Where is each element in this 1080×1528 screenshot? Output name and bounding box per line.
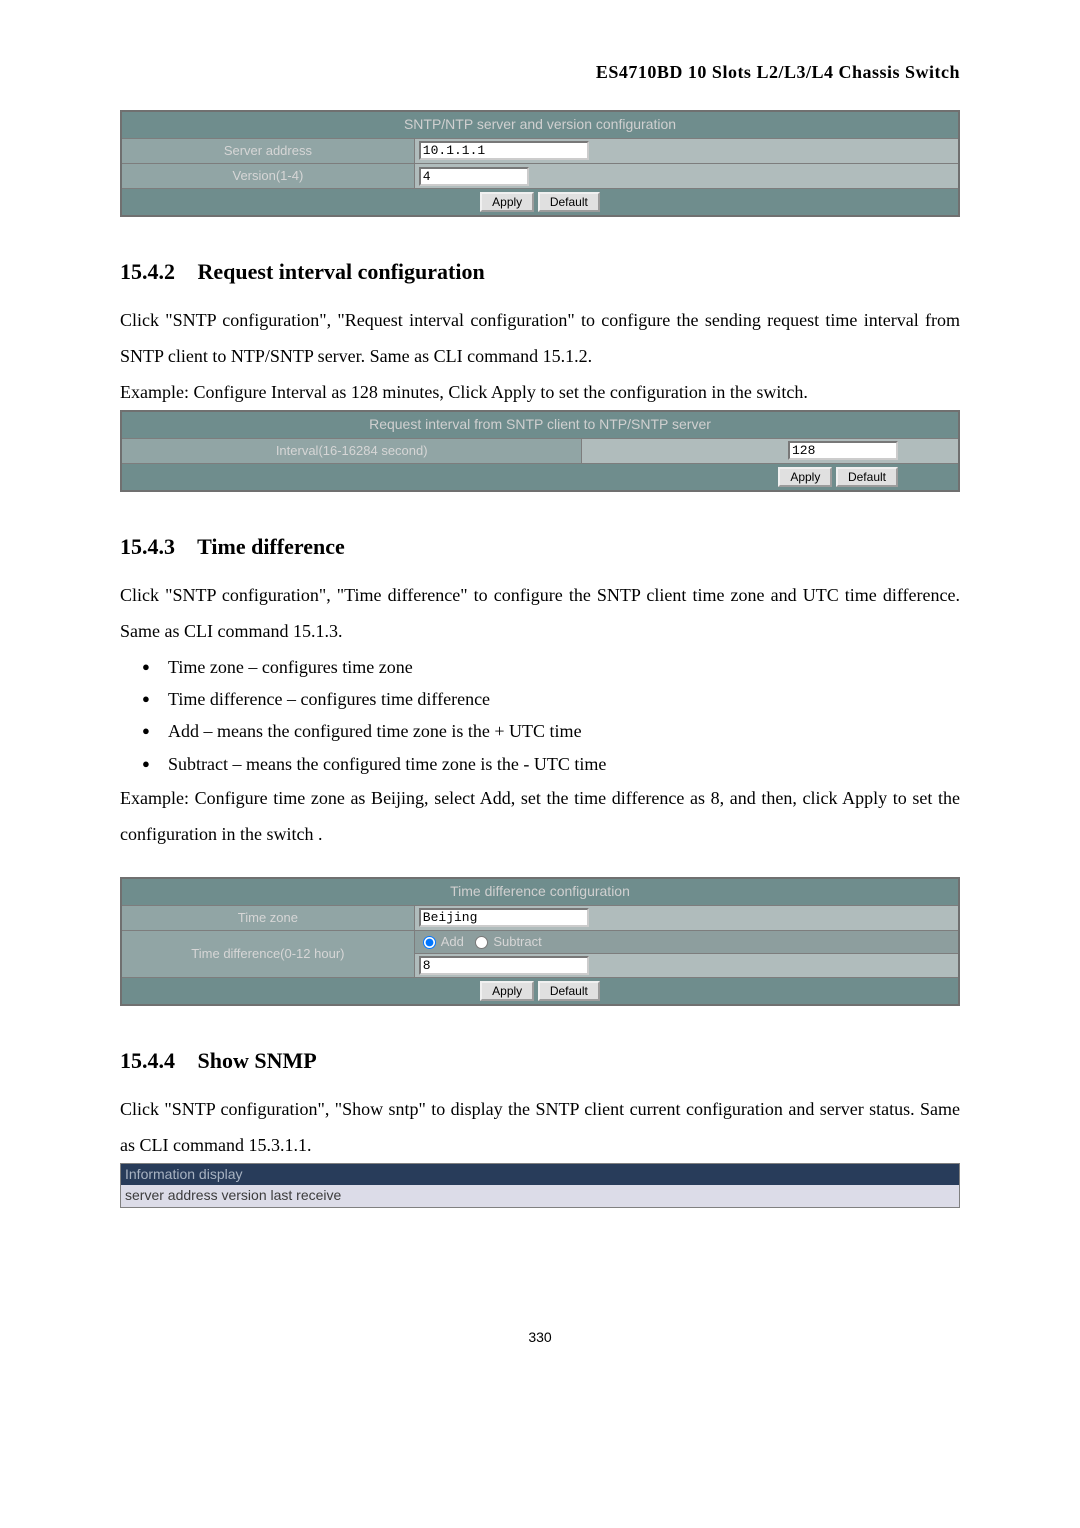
heading-1543-title: Time difference [197,534,345,559]
heading-1544-title: Show SNMP [198,1048,317,1073]
add-radio-label: Add [441,934,464,949]
interval-table-title: Request interval from SNTP client to NTP… [121,411,959,438]
timediff-value-cell [414,954,959,978]
bullets-1543: Time zone – configures time zone Time di… [142,651,960,781]
server-address-label: Server address [121,138,414,163]
sntp-table-title: SNTP/NTP server and version configuratio… [121,111,959,138]
apply-button[interactable]: Apply [480,981,534,1001]
heading-1544-num: 15.4.4 [120,1046,192,1077]
interval-input-cell [582,438,959,463]
para-1542-1: Click "SNTP configuration", "Request int… [120,302,960,374]
interval-input[interactable] [788,441,898,460]
page-number: 330 [120,1328,960,1348]
default-button[interactable]: Default [538,192,600,212]
subtract-radio-label: Subtract [493,934,541,949]
timediff-config-table: Time difference configuration Time zone … [120,877,960,1006]
para-1542-2: Example: Configure Interval as 128 minut… [120,374,960,410]
heading-1543: 15.4.3 Time difference [120,532,960,563]
para-1544-1: Click "SNTP configuration", "Show sntp" … [120,1091,960,1163]
default-button[interactable]: Default [538,981,600,1001]
timediff-input[interactable] [419,956,589,975]
version-cell [414,163,959,188]
interval-buttons-row: Apply Default [121,463,959,491]
sntp-buttons-row: Apply Default [121,189,959,217]
heading-1542: 15.4.2 Request interval configuration [120,257,960,288]
bullet-item: Add – means the configured time zone is … [142,715,960,747]
timezone-cell [414,905,959,930]
heading-1542-title: Request interval configuration [198,259,485,284]
timezone-label: Time zone [121,905,414,930]
info-display-columns: server address version last receive [121,1185,960,1207]
version-label: Version(1-4) [121,163,414,188]
timediff-label: Time difference(0-12 hour) [121,930,414,977]
server-address-cell [414,138,959,163]
sntp-config-table: SNTP/NTP server and version configuratio… [120,110,960,217]
page-header: ES4710BD 10 Slots L2/L3/L4 Chassis Switc… [120,60,960,85]
para-1543-1: Click "SNTP configuration", "Time differ… [120,577,960,649]
bullet-item: Time zone – configures time zone [142,651,960,683]
info-display-title: Information display [121,1163,960,1185]
timediff-radio-cell: Add Subtract [414,930,959,953]
para-1543-2: Example: Configure time zone as Beijing,… [120,780,960,852]
timediff-table-title: Time difference configuration [121,878,959,905]
heading-1542-num: 15.4.2 [120,257,192,288]
version-input[interactable] [419,167,529,186]
add-radio[interactable] [423,936,436,949]
timezone-input[interactable] [419,908,589,927]
info-display-table: Information display server address versi… [120,1163,960,1208]
timediff-buttons-row: Apply Default [121,978,959,1006]
heading-1544: 15.4.4 Show SNMP [120,1046,960,1077]
heading-1543-num: 15.4.3 [120,532,192,563]
server-address-input[interactable] [419,141,589,160]
bullet-item: Subtract – means the configured time zon… [142,748,960,780]
subtract-radio[interactable] [475,936,488,949]
bullet-item: Time difference – configures time differ… [142,683,960,715]
interval-label: Interval(16-16284 second) [121,438,582,463]
interval-config-table: Request interval from SNTP client to NTP… [120,410,960,492]
apply-button[interactable]: Apply [778,467,832,487]
default-button[interactable]: Default [836,467,898,487]
apply-button[interactable]: Apply [480,192,534,212]
